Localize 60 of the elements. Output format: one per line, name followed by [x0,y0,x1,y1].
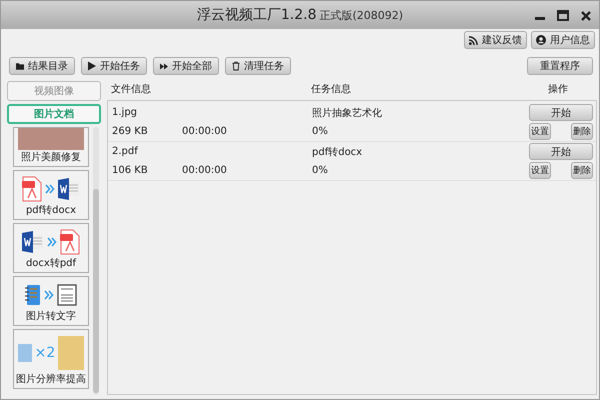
toolbar-button[interactable]: 开始任务 [81,57,147,75]
duration: 00:00:00 [182,165,228,176]
task-name: 照片抽象艺术化 [312,106,383,120]
progress-text: 0% [312,126,329,137]
notebook-icon [25,284,41,306]
reset-button[interactable]: 重置程序 [527,57,593,75]
file-size: 269 KB [112,126,149,137]
word-file-icon [58,178,80,200]
scrollbar[interactable] [93,127,99,395]
pdf-file-icon [60,228,80,254]
start-button[interactable]: 开始 [529,104,593,121]
toolbar-button[interactable]: 清理任务 [225,57,291,75]
tool-card[interactable]: 照片美颜修复 [13,127,89,167]
file-size: 106 KB [112,165,149,176]
play-icon [88,61,96,71]
toolbar-button[interactable]: 开始全部 [153,57,219,75]
double-chevron-icon [47,236,57,246]
tool-card[interactable]: docx转pdf [13,223,89,273]
settings-button[interactable]: 设置 [529,123,551,140]
double-chevron-icon [44,290,54,300]
task-name: pdf转docx [312,146,364,158]
column-header: 任务信息 [311,82,352,96]
rss-icon [469,36,478,44]
start-button[interactable]: 开始 [529,143,593,160]
tool-card[interactable]: pdf转docx [13,170,89,220]
folder-icon [16,62,24,70]
trash-icon [232,61,240,71]
card-label: 图片分辨率提高 [16,372,86,386]
card-label: 图片转文字 [26,310,76,323]
toolbar-button[interactable]: 结果目录 [9,57,75,75]
column-header: 操作 [547,83,569,96]
fast-forward-icon [160,62,168,70]
photo-placeholder [18,128,84,150]
file-name: 2.pdf [112,146,139,157]
window-title: 浮云视频工厂1.2.8 [196,6,317,24]
word-file-icon [22,230,44,252]
double-chevron-icon [45,184,55,194]
user-icon [536,35,546,45]
card-label: 照片美颜修复 [21,150,81,164]
settings-button[interactable]: 设置 [529,162,551,179]
delete-button[interactable]: 删除 [571,123,593,140]
illustration-placeholder [18,344,32,362]
tool-card[interactable]: 图片转文字 [13,276,89,326]
progress-text: 0% [312,165,329,176]
scale-factor: ×2 [34,344,56,360]
illustration-placeholder [58,336,84,370]
file-name: 1.jpg [112,107,138,118]
close-icon[interactable] [581,10,591,20]
card-label: pdf转docx [26,204,76,217]
tool-card[interactable]: ×2 图片分辨率提高 [13,329,89,389]
card-label: docx转pdf [26,257,76,270]
delete-button[interactable]: 删除 [571,162,593,179]
header-button[interactable]: 建议反馈 [464,31,527,49]
pdf-file-icon [22,176,42,202]
column-header: 文件信息 [111,82,152,96]
duration: 00:00:00 [182,126,228,137]
text-document-icon [57,284,77,306]
maximize-icon[interactable] [557,10,569,21]
header-button[interactable]: 用户信息 [531,31,595,49]
edition-label: 正式版(208092) [320,8,404,23]
